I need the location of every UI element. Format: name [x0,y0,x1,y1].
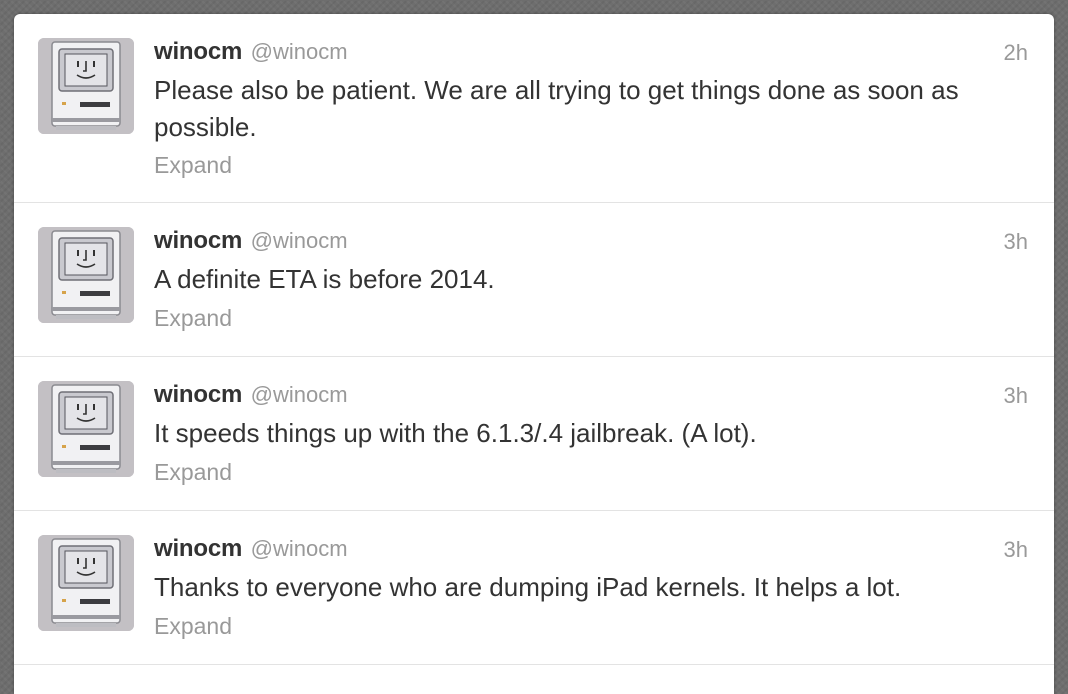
happy-mac-icon [38,38,134,134]
expand-link[interactable]: Expand [154,613,232,640]
tweet-item[interactable]: winocm @winocm 3h A definite ETA is befo… [14,203,1054,357]
tweet-header: winocm @winocm [154,381,348,409]
tweet-fullname[interactable]: winocm [154,38,242,65]
tweet-text: Thanks to everyone who are dumping iPad … [154,572,902,602]
tweet-item[interactable]: winocm @winocm 3h Thanks to everyone who… [14,511,1054,665]
tweet-timestamp[interactable]: 3h [1004,229,1028,255]
tweet-fullname[interactable]: winocm [154,227,242,254]
avatar[interactable] [38,227,134,323]
tweet-username[interactable]: @winocm [251,382,348,407]
tweet-item[interactable]: winocm @winocm 3h It speeds things up wi… [14,357,1054,511]
tweet-header: winocm @winocm [154,227,348,255]
tweet-header: winocm @winocm [154,38,348,66]
tweet-timestamp[interactable]: 2h [1004,40,1028,66]
avatar[interactable] [38,381,134,477]
tweet-text: A definite ETA is before 2014. [154,264,495,294]
happy-mac-icon [38,535,134,631]
tweet-username[interactable]: @winocm [251,39,348,64]
tweet-timestamp[interactable]: 3h [1004,383,1028,409]
tweet-timestamp[interactable]: 3h [1004,537,1028,563]
tweet-text: It speeds things up with the 6.1.3/.4 ja… [154,418,757,448]
avatar[interactable] [38,38,134,134]
tweet-item[interactable]: winocm @winocm 2h Please also be patient… [14,14,1054,203]
happy-mac-icon [38,381,134,477]
avatar[interactable] [38,535,134,631]
tweet-text: Please also be patient. We are all tryin… [154,75,959,142]
expand-link[interactable]: Expand [154,459,232,486]
tweet-username[interactable]: @winocm [251,536,348,561]
tweet-username[interactable]: @winocm [251,228,348,253]
tweet-fullname[interactable]: winocm [154,381,242,408]
expand-link[interactable]: Expand [154,152,232,179]
tweet-timeline: winocm @winocm 2h Please also be patient… [14,14,1054,694]
expand-link[interactable]: Expand [154,305,232,332]
happy-mac-icon [38,227,134,323]
tweet-fullname[interactable]: winocm [154,535,242,562]
tweet-header: winocm @winocm [154,535,348,563]
